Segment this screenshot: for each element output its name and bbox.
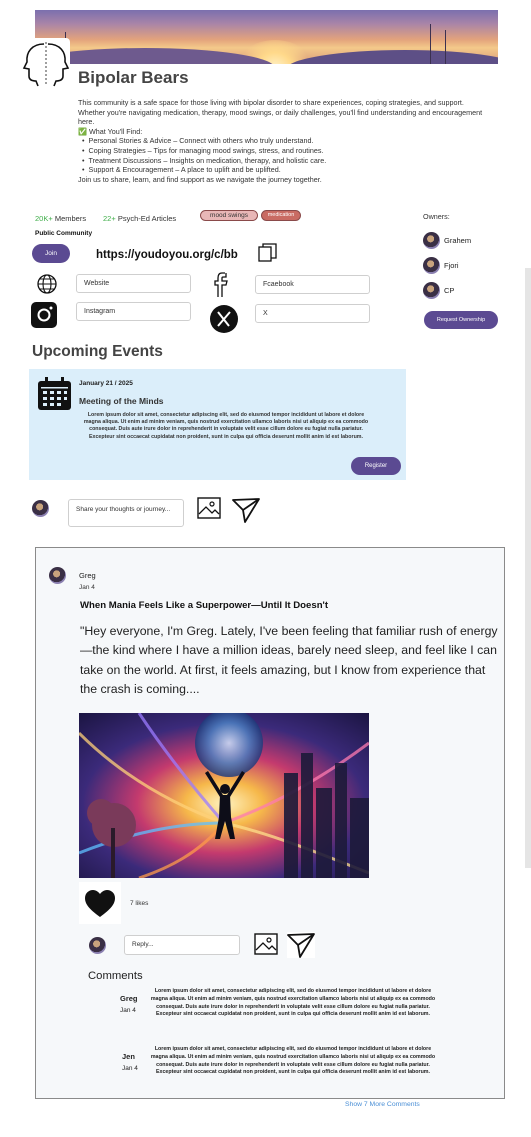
join-button[interactable]: Join: [32, 244, 70, 263]
register-button[interactable]: Register: [351, 457, 401, 475]
articles-count: 22+: [103, 214, 116, 223]
members-label: Members: [54, 214, 87, 223]
instagram-icon: [31, 302, 57, 328]
comment-body: Lorem ipsum dolor sit amet, consectetur …: [150, 1046, 436, 1076]
community-banner: [35, 10, 498, 64]
community-url: https://youdoyou.org/c/bb: [96, 249, 238, 261]
post-title: When Mania Feels Like a Superpower—Until…: [80, 600, 329, 611]
comment-body: Lorem ipsum dolor sit amet, consectetur …: [150, 988, 436, 1018]
tag-mood-swings[interactable]: mood swings: [200, 210, 258, 221]
post-date: Jan 4: [79, 584, 95, 591]
reply-input[interactable]: Reply...: [124, 935, 240, 955]
find-item: Coping Strategies – Tips for managing mo…: [82, 146, 490, 156]
find-item: Support & Encouragement – A place to upl…: [82, 165, 490, 175]
comment-author[interactable]: Jen: [122, 1052, 135, 1061]
avatar: [49, 567, 66, 584]
description-intro: This community is a safe space for those…: [78, 98, 483, 127]
comment-date: Jan 4: [120, 1007, 136, 1014]
owner-item[interactable]: CP: [423, 281, 454, 299]
send-icon[interactable]: [287, 932, 315, 958]
request-ownership-button[interactable]: Request Ownership: [424, 311, 498, 329]
share-input[interactable]: Share your thoughts or journey...: [68, 499, 184, 527]
heart-icon: [85, 890, 115, 917]
find-item: Personal Stories & Advice – Connect with…: [82, 136, 490, 146]
x-field[interactable]: X: [255, 304, 370, 323]
scrollbar[interactable]: [525, 268, 531, 868]
avatar: [32, 500, 49, 517]
event-name: Meeting of the Minds: [79, 396, 164, 406]
articles-label: Psych-Ed Articles: [117, 214, 177, 223]
avatar: [89, 937, 106, 954]
facebook-icon: [210, 270, 234, 298]
avatar: [423, 281, 440, 299]
comment-author[interactable]: Greg: [120, 994, 138, 1003]
find-heading: ✅ What You'll Find:: [78, 126, 143, 136]
visibility-label: Public Community: [35, 230, 93, 237]
event-description: Lorem ipsum dolor sit amet, consectetur …: [83, 412, 369, 440]
post-author[interactable]: Greg: [79, 571, 96, 580]
owner-item[interactable]: Grahem: [423, 231, 471, 249]
owner-name: Grahem: [444, 235, 472, 245]
send-icon[interactable]: [232, 497, 260, 523]
description-closing: Join us to share, learn, and find suppor…: [78, 174, 322, 184]
owners-label: Owners:: [423, 212, 450, 221]
show-more-comments-link[interactable]: Show 7 More Comments: [345, 1101, 420, 1108]
avatar: [423, 256, 440, 274]
globe-icon: [36, 273, 60, 297]
comments-heading: Comments: [88, 970, 143, 982]
members-count: 20K+: [35, 214, 53, 223]
image-icon[interactable]: [197, 497, 221, 519]
events-heading: Upcoming Events: [32, 343, 163, 360]
head-logo-icon: [22, 38, 70, 88]
articles-stat[interactable]: 22+ Psych-Ed Articles: [103, 214, 176, 223]
post-image: [79, 713, 369, 878]
members-stat: 20K+ Members: [35, 214, 86, 223]
x-icon: [210, 305, 238, 333]
tag-medication[interactable]: medication: [261, 210, 301, 221]
avatar: [423, 231, 440, 249]
calendar-icon: [37, 377, 72, 411]
image-icon[interactable]: [254, 933, 278, 955]
event-date: January 21 / 2025: [79, 380, 133, 387]
owner-name: Fjori: [444, 260, 459, 270]
community-name: Bipolar Bears: [78, 68, 189, 87]
like-button[interactable]: [79, 882, 121, 924]
website-field[interactable]: Website: [76, 274, 191, 293]
copy-icon[interactable]: [258, 243, 278, 263]
comment-date: Jan 4: [122, 1065, 138, 1072]
instagram-field[interactable]: Instagram: [76, 302, 191, 321]
owner-name: CP: [444, 285, 455, 295]
facebook-field[interactable]: Fcaebook: [255, 275, 370, 294]
post-body: "Hey everyone, I'm Greg. Lately, I've be…: [80, 624, 498, 696]
community-description: This community is a safe space for those…: [78, 98, 490, 184]
owner-item[interactable]: Fjori: [423, 256, 459, 274]
find-list: Personal Stories & Advice – Connect with…: [78, 136, 490, 174]
find-item: Treatment Discussions – Insights on medi…: [82, 156, 490, 166]
like-count: 7 likes: [130, 900, 149, 907]
